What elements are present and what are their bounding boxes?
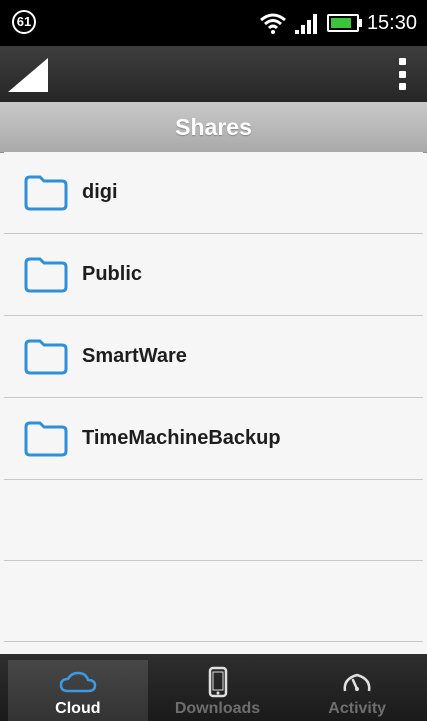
- tab-downloads[interactable]: Downloads: [148, 654, 288, 721]
- tab-label: Downloads: [174, 700, 261, 717]
- gauge-icon: [343, 673, 371, 692]
- share-label: TimeMachineBackup: [82, 427, 281, 449]
- overflow-menu-icon[interactable]: [397, 58, 407, 90]
- phone-icon: [208, 666, 227, 698]
- cloud-icon: [59, 671, 97, 693]
- share-label: Public: [82, 263, 143, 285]
- status-icons: 15:30: [259, 8, 417, 38]
- status-time: 15:30: [366, 11, 417, 34]
- bottom-tab-bar: Cloud Downloads Activity: [0, 654, 427, 721]
- corner-triangle-icon[interactable]: [8, 58, 48, 92]
- battery-icon: [326, 14, 362, 32]
- share-item-digi[interactable]: digi: [4, 152, 423, 234]
- wifi-icon: [259, 13, 286, 34]
- shares-list: digi Public SmartWare TimeMachineBackup: [0, 152, 427, 642]
- share-label: digi: [82, 181, 118, 203]
- share-label: SmartWare: [82, 345, 187, 367]
- folder-icon: [24, 175, 68, 211]
- share-item-smartware[interactable]: SmartWare: [4, 316, 423, 398]
- tab-activity[interactable]: Activity: [287, 654, 427, 721]
- title-bar: Shares: [0, 102, 427, 153]
- empty-row: [4, 561, 423, 642]
- page-title: Shares: [175, 113, 252, 140]
- signal-icon: [294, 14, 317, 34]
- tab-label: Activity: [328, 700, 387, 717]
- folder-icon: [24, 421, 68, 457]
- empty-row: [4, 480, 423, 561]
- folder-icon: [24, 257, 68, 293]
- tab-label: Cloud: [55, 700, 101, 717]
- notification-count-badge: 61: [12, 10, 36, 34]
- action-bar: [0, 46, 427, 102]
- folder-icon: [24, 339, 68, 375]
- status-bar: 61 15:30: [0, 0, 427, 46]
- share-item-timemachinebackup[interactable]: TimeMachineBackup: [4, 398, 423, 480]
- app-screen: 61 15:30 Shares digi Public SmartWare Ti…: [0, 0, 427, 721]
- share-item-public[interactable]: Public: [4, 234, 423, 316]
- tab-cloud[interactable]: Cloud: [8, 660, 148, 721]
